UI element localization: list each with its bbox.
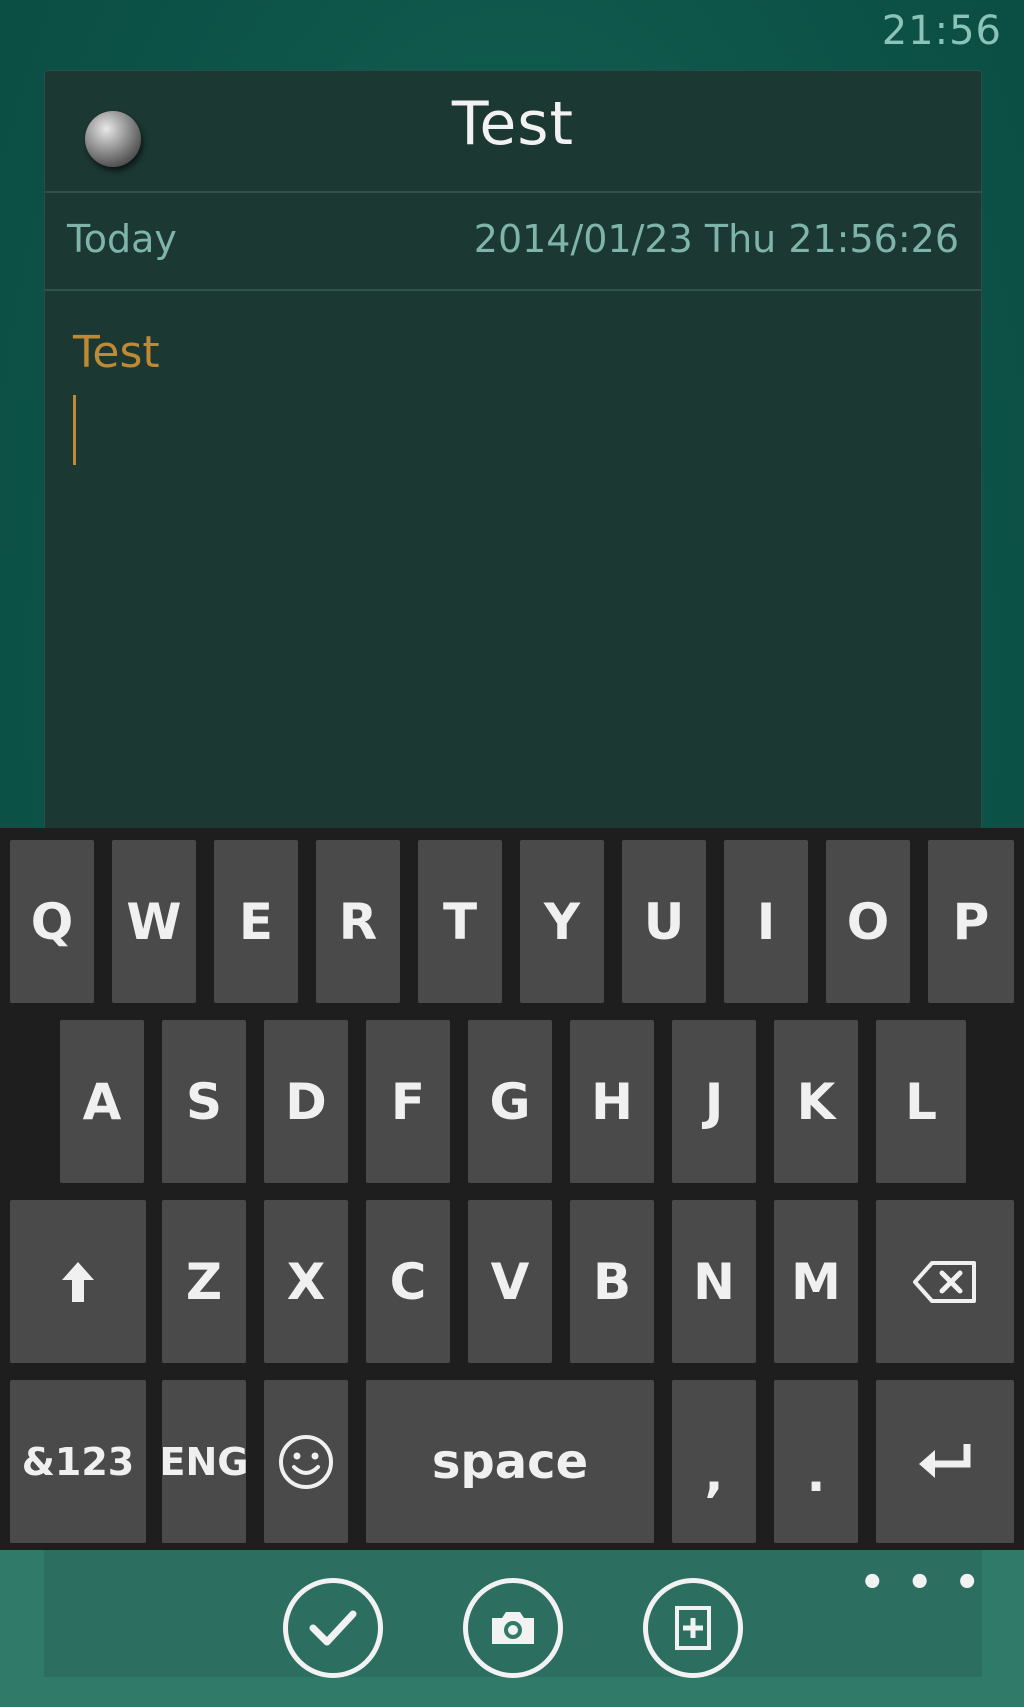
- note-title[interactable]: Test: [45, 89, 981, 159]
- key-g[interactable]: G: [468, 1020, 552, 1183]
- smiley-icon: [279, 1434, 333, 1489]
- key-t[interactable]: T: [418, 840, 502, 1003]
- key-j[interactable]: J: [672, 1020, 756, 1183]
- date-row: Today 2014/01/23 Thu 21:56:26: [45, 195, 981, 291]
- note-body-editor[interactable]: Test: [45, 293, 981, 841]
- backspace-icon: [913, 1260, 976, 1303]
- key-i[interactable]: I: [724, 840, 808, 1003]
- comma-key[interactable]: ,: [672, 1380, 756, 1543]
- symbols-key[interactable]: &123: [10, 1380, 146, 1543]
- status-clock: 21:56: [881, 8, 1002, 54]
- key-c[interactable]: C: [366, 1200, 450, 1363]
- key-y[interactable]: Y: [520, 840, 604, 1003]
- shift-arrow-icon: [62, 1261, 94, 1302]
- space-key[interactable]: space: [366, 1380, 654, 1543]
- key-b[interactable]: B: [570, 1200, 654, 1363]
- add-page-button[interactable]: [643, 1578, 743, 1678]
- key-q[interactable]: Q: [10, 840, 94, 1003]
- key-d[interactable]: D: [264, 1020, 348, 1183]
- text-caret: [73, 395, 76, 465]
- note-body-text: Test: [73, 327, 160, 378]
- key-v[interactable]: V: [468, 1200, 552, 1363]
- period-key[interactable]: .: [774, 1380, 858, 1543]
- key-a[interactable]: A: [60, 1020, 144, 1183]
- key-z[interactable]: Z: [162, 1200, 246, 1363]
- key-e[interactable]: E: [214, 840, 298, 1003]
- enter-icon: [919, 1443, 971, 1478]
- note-header: Test: [45, 71, 981, 193]
- key-m[interactable]: M: [774, 1200, 858, 1363]
- ellipsis-icon[interactable]: • • •: [859, 1560, 984, 1606]
- shift-key[interactable]: [10, 1200, 146, 1363]
- emoji-key[interactable]: [264, 1380, 348, 1543]
- add-page-icon: [675, 1606, 711, 1650]
- key-w[interactable]: W: [112, 840, 196, 1003]
- key-p[interactable]: P: [928, 840, 1014, 1003]
- on-screen-keyboard: Q W E R T Y U I O P A S D F G H J K L Z …: [0, 828, 1024, 1550]
- backspace-key[interactable]: [876, 1200, 1014, 1363]
- date-label: Today: [67, 217, 177, 261]
- key-s[interactable]: S: [162, 1020, 246, 1183]
- key-k[interactable]: K: [774, 1020, 858, 1183]
- note-panel: Test Today 2014/01/23 Thu 21:56:26 Test: [44, 70, 982, 840]
- date-value: 2014/01/23 Thu 21:56:26: [473, 217, 959, 261]
- key-o[interactable]: O: [826, 840, 910, 1003]
- check-icon: [309, 1610, 357, 1646]
- save-button[interactable]: [283, 1578, 383, 1678]
- language-key[interactable]: ENG: [160, 1380, 248, 1543]
- app-bar: • • •: [0, 1550, 1024, 1707]
- camera-icon: [492, 1612, 534, 1644]
- enter-key[interactable]: [876, 1380, 1014, 1543]
- key-n[interactable]: N: [672, 1200, 756, 1363]
- key-x[interactable]: X: [264, 1200, 348, 1363]
- key-h[interactable]: H: [570, 1020, 654, 1183]
- key-u[interactable]: U: [622, 840, 706, 1003]
- key-f[interactable]: F: [366, 1020, 450, 1183]
- camera-button[interactable]: [463, 1578, 563, 1678]
- key-l[interactable]: L: [876, 1020, 966, 1183]
- key-r[interactable]: R: [316, 840, 400, 1003]
